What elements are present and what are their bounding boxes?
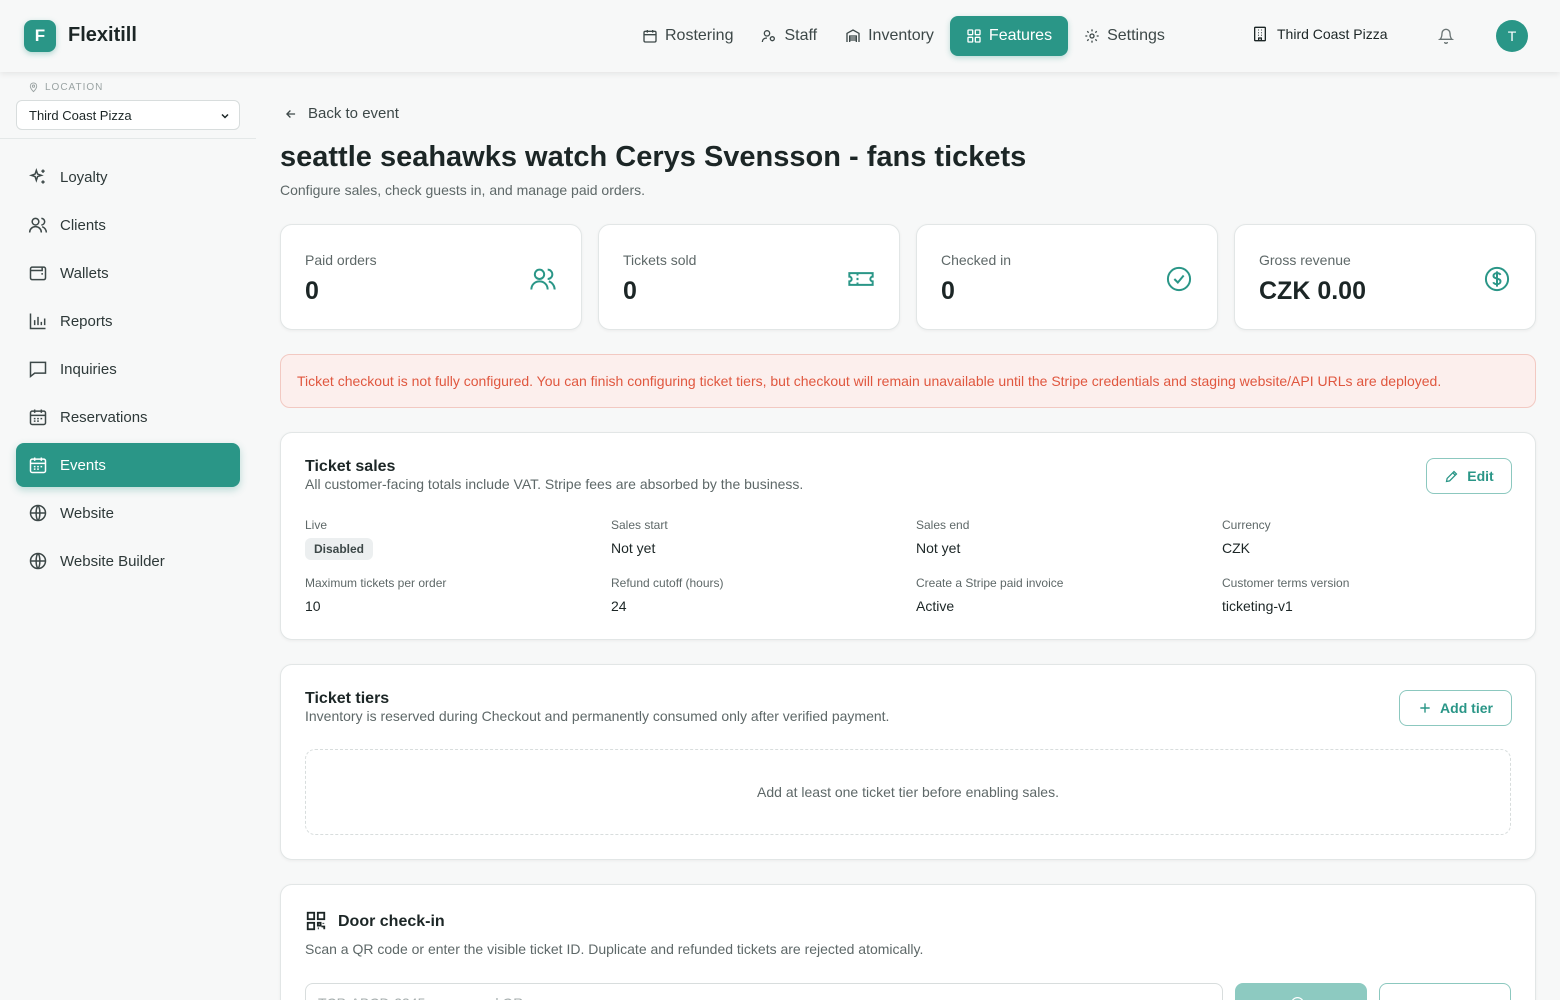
bar-chart-icon: [28, 311, 60, 331]
arrow-left-icon: [284, 107, 308, 121]
plus-icon: [1418, 701, 1440, 715]
back-to-event-link[interactable]: Back to event: [284, 105, 399, 122]
sidebar-item-inquiries[interactable]: Inquiries: [16, 347, 240, 391]
check-circle-icon: [1290, 996, 1313, 1000]
message-square-icon: [28, 359, 60, 379]
calendar-grid-icon: [28, 455, 60, 475]
logo[interactable]: F: [24, 20, 56, 52]
sidebar-item-loyalty[interactable]: Loyalty: [16, 155, 240, 199]
map-pin-icon: [28, 82, 45, 93]
status-badge: Disabled: [305, 538, 374, 560]
chevron-down-icon: [219, 110, 231, 122]
page-subtitle: Configure sales, check guests in, and ma…: [280, 182, 645, 198]
ticket-tiers-title: Ticket tiers: [305, 690, 390, 707]
stat-card-gross-revenue: Gross revenue CZK 0.00: [1234, 224, 1536, 330]
stat-card-tickets-sold: Tickets sold 0: [598, 224, 900, 330]
sidebar-item-events[interactable]: Events: [16, 443, 240, 487]
sidebar-item-clients[interactable]: Clients: [16, 203, 240, 247]
page-title: seattle seahawks watch Cerys Svensson - …: [280, 141, 1027, 173]
nav-features[interactable]: Features: [949, 16, 1069, 56]
field-max-tickets: Maximum tickets per order 10: [305, 576, 447, 614]
sidebar-item-website-builder[interactable]: Website Builder: [16, 539, 240, 583]
dollar-circle-icon: [1483, 265, 1511, 293]
sidebar-divider: [0, 138, 256, 139]
globe-icon: [28, 551, 60, 571]
nav-rostering[interactable]: Rostering: [630, 16, 745, 56]
staff-icon: [761, 28, 784, 44]
sidebar-item-wallets[interactable]: Wallets: [16, 251, 240, 295]
scan-button[interactable]: [1379, 983, 1511, 1000]
main-nav: Rostering Staff Inventory Features Setti…: [630, 16, 1181, 56]
pencil-icon: [1444, 469, 1467, 484]
nav-staff[interactable]: Staff: [749, 16, 829, 56]
stat-card-checked-in: Checked in 0: [916, 224, 1218, 330]
building-icon: [1252, 26, 1277, 42]
ticket-tiers-card: Ticket tiers Inventory is reserved durin…: [280, 664, 1536, 860]
door-checkin-title: Door check-in: [338, 913, 445, 930]
globe-icon: [28, 503, 60, 523]
field-currency: Currency CZK: [1222, 518, 1271, 556]
top-bar: F Flexitill Rostering Staff Inventory Fe…: [0, 0, 1560, 72]
ticket-icon: [847, 265, 875, 293]
add-tier-button[interactable]: Add tier: [1399, 690, 1512, 726]
config-warning-alert: Ticket checkout is not fully configured.…: [280, 354, 1536, 408]
qr-code-icon: [305, 910, 327, 932]
sidebar-item-reservations[interactable]: Reservations: [16, 395, 240, 439]
ticket-sales-description: All customer-facing totals include VAT. …: [305, 476, 804, 492]
nav-inventory[interactable]: Inventory: [833, 16, 946, 56]
venue-switcher[interactable]: Third Coast Pizza: [1252, 26, 1387, 42]
sidebar-item-website[interactable]: Website: [16, 491, 240, 535]
field-refund-cutoff: Refund cutoff (hours) 24: [611, 576, 724, 614]
ticket-sales-title: Ticket sales: [305, 458, 396, 475]
field-stripe-invoice: Create a Stripe paid invoice Active: [916, 576, 1064, 614]
door-checkin-card: Door check-in Scan a QR code or enter th…: [280, 884, 1536, 1000]
field-live: Live Disabled: [305, 518, 374, 560]
location-select[interactable]: Third Coast Pizza: [16, 100, 240, 130]
empty-tiers-placeholder: Add at least one ticket tier before enab…: [305, 749, 1511, 835]
calendar-icon: [642, 28, 665, 44]
ticket-tiers-description: Inventory is reserved during Checkout an…: [305, 708, 890, 724]
field-sales-end: Sales end Not yet: [916, 518, 970, 556]
brand-name: Flexitill: [68, 24, 137, 46]
door-checkin-description: Scan a QR code or enter the visible tick…: [305, 941, 924, 957]
field-sales-start: Sales start Not yet: [611, 518, 668, 556]
check-in-button[interactable]: [1235, 983, 1367, 1000]
location-label: LOCATION: [28, 82, 103, 93]
users-icon: [28, 215, 60, 235]
grid-icon: [966, 28, 989, 44]
warehouse-icon: [845, 28, 868, 44]
wallet-icon: [28, 263, 60, 283]
ticket-id-input[interactable]: TCP-ABCD-2345 or scanned QR: [305, 983, 1223, 1000]
nav-settings[interactable]: Settings: [1072, 16, 1177, 56]
users-icon: [529, 265, 557, 293]
field-terms-version: Customer terms version ticketing-v1: [1222, 576, 1350, 614]
gear-icon: [1084, 28, 1107, 44]
sidebar-item-reports[interactable]: Reports: [16, 299, 240, 343]
sparkles-icon: [28, 167, 60, 187]
calendar-grid-icon: [28, 407, 60, 427]
edit-button[interactable]: Edit: [1426, 458, 1512, 494]
check-circle-icon: [1165, 265, 1193, 293]
stat-card-paid-orders: Paid orders 0: [280, 224, 582, 330]
avatar[interactable]: T: [1496, 20, 1528, 52]
ticket-sales-card: Ticket sales All customer-facing totals …: [280, 432, 1536, 640]
bell-icon[interactable]: [1438, 28, 1454, 44]
